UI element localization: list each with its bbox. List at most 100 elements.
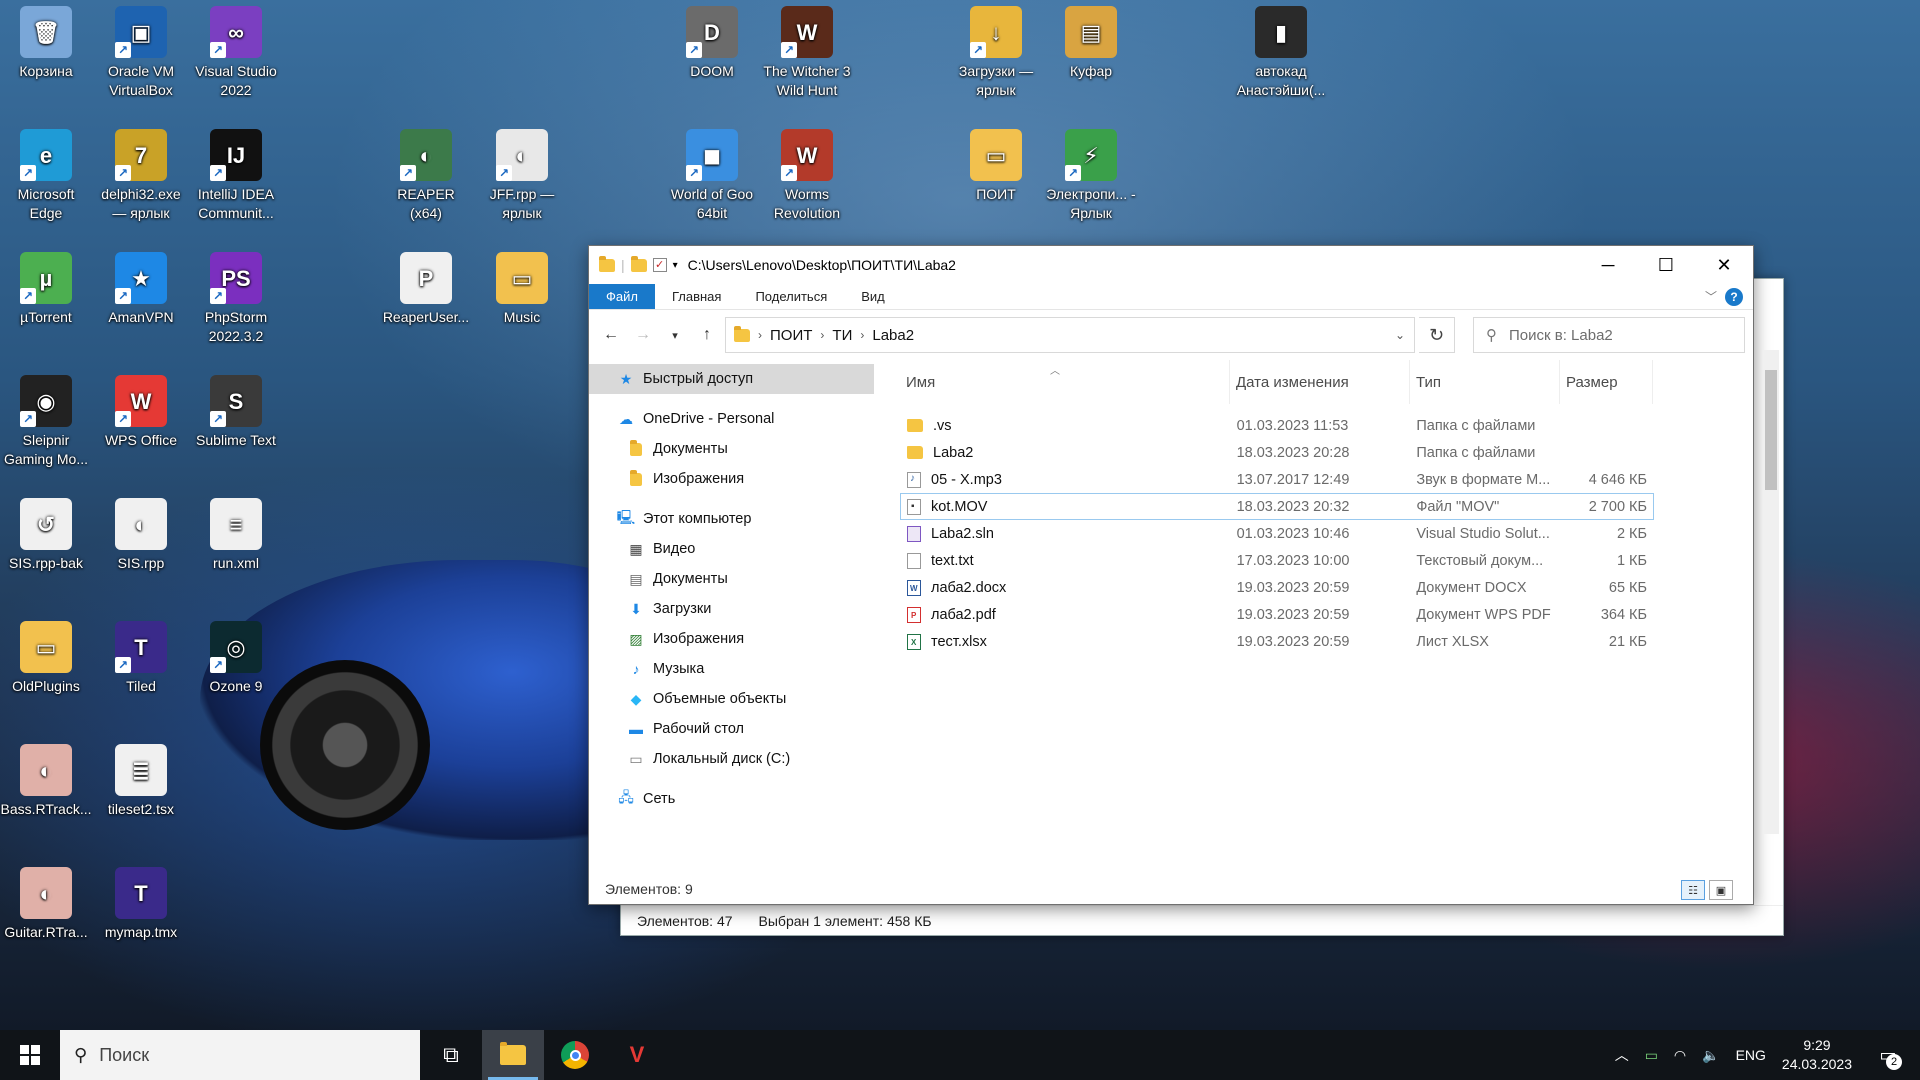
nav-images[interactable]: ▨ Изображения [589, 624, 884, 654]
large-icons-view-icon[interactable]: ▣ [1709, 880, 1733, 900]
details-view-icon[interactable]: ☷ [1681, 880, 1705, 900]
desktop-icon-sleipnir[interactable]: ◉ Sleipnir Gaming Mo... [0, 369, 92, 469]
desktop-icon-poit[interactable]: ▭ ПОИТ [950, 123, 1042, 204]
desktop-icon-virtualbox[interactable]: ▣ Oracle VM VirtualBox [95, 0, 187, 100]
address-bar[interactable]: › ПОИТ › ТИ › Laba2 ⌄ [725, 317, 1415, 353]
nav-this-pc[interactable]: 🖳 Этот компьютер [589, 504, 884, 534]
task-view-icon[interactable]: ⧉ [420, 1030, 482, 1080]
file-row[interactable]: Laba2 18.03.2023 20:28 Папка с файлами [900, 439, 1654, 466]
nav-video[interactable]: ▦ Видео [589, 534, 884, 564]
desktop-icon-sublime[interactable]: S Sublime Text [190, 369, 282, 450]
minimize-button[interactable]: ─ [1579, 246, 1637, 284]
tab-view[interactable]: Вид [844, 284, 902, 309]
notification-center-icon[interactable]: ▭ 2 [1868, 1030, 1908, 1080]
desktop-icon-intellij[interactable]: IJ IntelliJ IDEA Communit... [190, 123, 282, 223]
column-size[interactable]: Размер [1560, 360, 1653, 404]
desktop-icon-runxml[interactable]: ≡ run.xml [190, 492, 282, 573]
desktop-icon-oldplugins[interactable]: ▭ OldPlugins [0, 615, 92, 696]
explorer-window[interactable]: | ✓ ▾ C:\Users\Lenovo\Desktop\ПОИТ\ТИ\La… [588, 245, 1779, 905]
properties-icon[interactable]: ✓ [652, 258, 667, 272]
desktop-icon-bass[interactable]: ◐ Bass.RTrack... [0, 738, 92, 819]
vivaldi-taskbar-icon[interactable]: V [606, 1030, 668, 1080]
desktop-icon-wps[interactable]: W WPS Office [95, 369, 187, 450]
volume-icon[interactable]: 🔈 [1702, 1047, 1719, 1064]
desktop-icon-delphi[interactable]: 7 delphi32.exe — ярлык [95, 123, 187, 223]
maximize-button[interactable]: ☐ [1637, 246, 1695, 284]
column-date[interactable]: Дата изменения [1230, 360, 1410, 404]
file-row[interactable]: тест.xlsx 19.03.2023 20:59 Лист XLSX 21 КБ [900, 628, 1654, 655]
breadcrumb-item[interactable]: ТИ [832, 327, 852, 344]
desktop-icon-tiled[interactable]: T Tiled [95, 615, 187, 696]
search-box[interactable]: ⚲ [1473, 317, 1745, 353]
desktop-icon-sisrpp[interactable]: ◐ SIS.rpp [95, 492, 187, 573]
desktop-icon-witcher[interactable]: W The Witcher 3 Wild Hunt [761, 0, 853, 100]
file-row[interactable]: Laba2.sln 01.03.2023 10:46 Visual Studio S… [900, 520, 1654, 547]
desktop-icon-sisbak[interactable]: ↺ SIS.rpp-bak [0, 492, 92, 573]
column-name[interactable]: Имя [900, 360, 1230, 404]
nav-music[interactable]: ♪ Музыка [589, 654, 884, 684]
show-hidden-icons-icon[interactable]: ︿ [1615, 1045, 1629, 1065]
file-row[interactable]: .vs 01.03.2023 11:53 Папка с файлами [900, 412, 1654, 439]
search-input[interactable] [1509, 326, 1709, 344]
desktop-icon-downloads[interactable]: ↓ Загрузки — ярлык [950, 0, 1042, 100]
desktop-icon-kufar[interactable]: ▤ Куфар [1045, 0, 1137, 81]
column-type[interactable]: Тип [1410, 360, 1560, 404]
chrome-taskbar-icon[interactable] [544, 1030, 606, 1080]
desktop-icon-doom[interactable]: D DOOM [666, 0, 758, 81]
forward-arrow-icon[interactable]: → [629, 326, 657, 344]
file-row[interactable]: лаба2.docx 19.03.2023 20:59 Документ DOCX 6… [900, 574, 1654, 601]
breadcrumb-item[interactable]: Laba2 [872, 327, 914, 344]
wifi-icon[interactable]: ◠ [1674, 1047, 1686, 1064]
desktop-icon-guitar[interactable]: ◐ Guitar.RTra... [0, 861, 92, 942]
start-button[interactable] [0, 1030, 60, 1080]
customize-toolbar-icon[interactable]: ▾ [673, 260, 678, 271]
nav-onedrive-documents[interactable]: Документы [589, 434, 884, 464]
file-row[interactable]: text.txt 17.03.2023 10:00 Текстовый докум.… [900, 547, 1654, 574]
nav-3d-objects[interactable]: ◆ Объемные объекты [589, 684, 884, 714]
expand-ribbon-icon[interactable]: ﹀ [1697, 284, 1725, 309]
desktop-icon-autocad[interactable]: ▮ автокад Анастэйши(... [1235, 0, 1327, 100]
nav-quick-access[interactable]: ★ Быстрый доступ [589, 364, 874, 394]
battery-icon[interactable]: ▭ [1645, 1047, 1658, 1064]
desktop-icon-recycle[interactable]: 🗑 Корзина [0, 0, 92, 81]
desktop-icon-tileset[interactable]: ≣ tileset2.tsx [95, 738, 187, 819]
breadcrumb-chevron-icon[interactable]: › [860, 328, 864, 342]
desktop-icon-vs2022[interactable]: ∞ Visual Studio 2022 [190, 0, 282, 100]
nav-onedrive[interactable]: ☁ OneDrive - Personal [589, 404, 884, 434]
nav-onedrive-images[interactable]: Изображения [589, 464, 884, 494]
desktop-icon-reaperuser[interactable]: P ReaperUser... [380, 246, 472, 327]
desktop-icon-electro[interactable]: ⚡ Электропи... - Ярлык [1045, 123, 1137, 223]
tab-share[interactable]: Поделиться [738, 284, 844, 309]
file-row[interactable]: kot.MOV 18.03.2023 20:32 Файл "MOV" 2 700 К… [900, 493, 1654, 520]
tab-file[interactable]: Файл [589, 284, 655, 309]
tab-home[interactable]: Главная [655, 284, 738, 309]
desktop-icon-music[interactable]: ▭ Music [476, 246, 568, 327]
nav-documents[interactable]: ▤ Документы [589, 564, 884, 594]
title-bar[interactable]: | ✓ ▾ C:\Users\Lenovo\Desktop\ПОИТ\ТИ\La… [589, 246, 1753, 284]
new-folder-icon[interactable] [630, 255, 647, 272]
address-dropdown-icon[interactable]: ⌄ [1386, 328, 1414, 342]
background-window-scrollbar[interactable] [1763, 350, 1779, 834]
nav-desktop[interactable]: ▬ Рабочий стол [589, 714, 884, 744]
breadcrumb-chevron-icon[interactable]: › [758, 328, 762, 342]
nav-local-disk[interactable]: ▭ Локальный диск (C:) [589, 744, 884, 774]
up-arrow-icon[interactable]: ↑ [693, 326, 721, 344]
desktop-icon-edge[interactable]: e Microsoft Edge [0, 123, 92, 223]
help-icon[interactable]: ? [1725, 288, 1743, 306]
desktop-icon-worms[interactable]: W Worms Revolution [761, 123, 853, 223]
file-row[interactable]: лаба2.pdf 19.03.2023 20:59 Документ WPS PD… [900, 601, 1654, 628]
recent-locations-icon[interactable]: ▾ [661, 329, 689, 342]
desktop-icon-mymap[interactable]: Tmymap.tmx [95, 861, 187, 942]
back-arrow-icon[interactable]: ← [597, 326, 625, 344]
breadcrumb-item[interactable]: ПОИТ [770, 327, 812, 344]
nav-downloads[interactable]: ⬇ Загрузки [589, 594, 884, 624]
language-indicator[interactable]: ENG [1736, 1047, 1766, 1063]
nav-network[interactable]: 🖧 Сеть [589, 784, 884, 814]
taskbar-search-input[interactable] [99, 1044, 380, 1066]
desktop-icon-phpstorm[interactable]: PS PhpStorm 2022.3.2 [190, 246, 282, 346]
close-button[interactable]: ✕ [1695, 246, 1753, 284]
desktop-icon-ozone[interactable]: ◎ Ozone 9 [190, 615, 282, 696]
desktop-icon-reaper[interactable]: ◐ REAPER (x64) [380, 123, 472, 223]
desktop-icon-jff[interactable]: ◐ JFF.rpp — ярлык [476, 123, 568, 223]
taskbar-search[interactable]: ⚲ [60, 1030, 420, 1080]
